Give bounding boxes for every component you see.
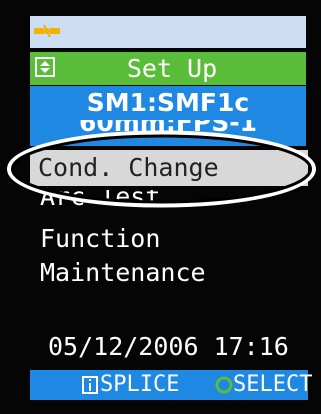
menu-item-function[interactable]: Function [40,224,160,253]
menu-item-maintenance[interactable]: Maintenance [40,258,206,287]
page-title: Set Up [126,54,218,83]
splice-setting-label: 60mm:FPS-1 [78,120,258,137]
datetime: 05/12/2006 17:16 [48,332,289,361]
title-bar: Set Up [30,52,306,85]
menu-item-arc-test-label: Arc Test [40,190,161,211]
softkey-bar: SPLICE SELECT [30,370,312,400]
circle-icon [215,376,233,394]
splice-setting: 60mm:FPS-1 [30,120,306,146]
fiber-ends-icon [34,24,60,38]
select-softkey[interactable]: SELECT [233,370,312,400]
header-bar [30,16,306,48]
menu-item-arc-test[interactable]: Arc Test [40,190,160,212]
menu-item-cond-change[interactable]: Cond. Change [30,150,308,186]
splicer-screen: Set Up SM1:SMF1c 60mm:FPS-1 Cond. Change… [0,0,321,414]
splice-softkey[interactable]: SPLICE [100,370,179,400]
fiber-setting: SM1:SMF1c [30,86,306,120]
info-icon [82,376,98,394]
